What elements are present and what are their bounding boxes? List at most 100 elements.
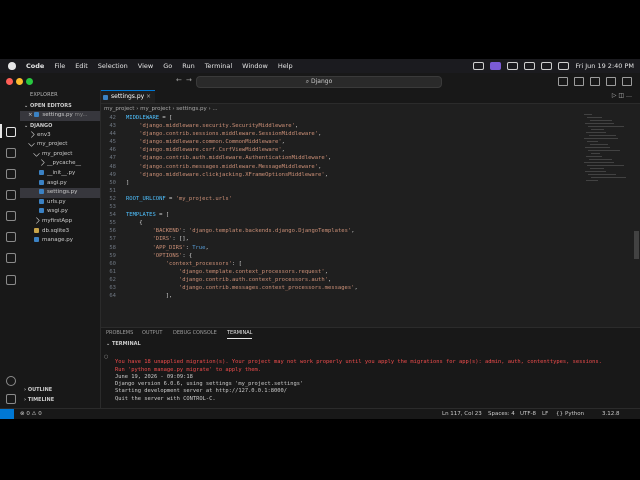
manage-gear-icon[interactable] — [6, 394, 16, 404]
errors-warnings-status[interactable]: ⊗ 0 ⚠ 0 — [20, 409, 42, 419]
tree-item[interactable]: __pycache__ — [20, 159, 100, 169]
terminal-header[interactable]: ⌄ TERMINAL — [106, 341, 141, 347]
menu-app[interactable]: Code — [21, 62, 49, 70]
minimap-line — [587, 140, 598, 143]
code-line: 45 'django.middleware.common.CommonMiddl… — [101, 138, 581, 146]
tree-item[interactable]: __init__.py — [20, 169, 100, 179]
minimize-window-button[interactable] — [16, 78, 23, 85]
tree-item[interactable]: settings.py — [20, 188, 100, 198]
tree-item-label: settings.py — [47, 189, 78, 196]
outline-section[interactable]: › OUTLINE — [20, 385, 104, 395]
run-debug-icon[interactable] — [6, 190, 16, 200]
menu-help[interactable]: Help — [273, 62, 298, 70]
code-line: 51 — [101, 187, 581, 195]
toggle-secondary-sidebar-icon[interactable] — [606, 77, 616, 86]
menu-go[interactable]: Go — [158, 62, 177, 70]
account-icon[interactable] — [6, 376, 16, 386]
menu-window[interactable]: Window — [237, 62, 273, 70]
search-icon[interactable] — [541, 62, 553, 70]
back-arrow-icon[interactable]: ← — [176, 76, 182, 84]
open-editor-settings[interactable]: × settings.py my... — [20, 111, 100, 121]
toggle-sidebar-icon[interactable] — [574, 77, 584, 86]
remote-explorer-icon[interactable] — [6, 232, 16, 242]
tab-problems[interactable]: PROBLEMS — [106, 328, 133, 338]
source-control-icon[interactable] — [6, 169, 16, 179]
menu-selection[interactable]: Selection — [93, 62, 133, 70]
app-status-icon[interactable] — [490, 62, 502, 70]
open-editors-section[interactable]: ⌄ OPEN EDITORS — [20, 101, 100, 111]
explorer-title: EXPLORER — [30, 92, 58, 98]
screen-record-icon[interactable] — [473, 62, 485, 70]
project-section[interactable]: ⌄ DJANGO — [20, 121, 100, 131]
menu-file[interactable]: File — [49, 62, 70, 70]
status-bar: ⊗ 0 ⚠ 0 Ln 117, Col 23 Spaces: 4 UTF-8 L… — [0, 408, 640, 419]
python-file-icon — [34, 237, 39, 243]
command-center-label: Django — [311, 78, 333, 85]
interpreter-version[interactable]: 3.12.8 — [602, 409, 620, 419]
explorer-icon[interactable] — [6, 127, 16, 137]
encoding[interactable]: UTF-8 — [520, 409, 536, 419]
control-center-icon[interactable] — [558, 62, 570, 70]
customize-layout-icon[interactable] — [622, 77, 632, 86]
tree-item[interactable]: my_project — [20, 140, 100, 150]
timeline-label: TIMELINE — [27, 397, 55, 403]
tree-item[interactable]: manage.py — [20, 236, 100, 246]
cursor-position[interactable]: Ln 117, Col 23 — [442, 409, 482, 419]
tab-terminal[interactable]: TERMINAL — [227, 328, 253, 339]
indentation[interactable]: Spaces: 4 — [488, 409, 515, 419]
tree-item[interactable]: db.sqlite3 — [20, 227, 100, 237]
command-center-search[interactable]: ⌕ Django — [196, 76, 442, 88]
tree-item[interactable]: myfirstApp — [20, 216, 100, 227]
terminal-line: Quit the server with CONTROL-C. — [115, 395, 216, 402]
menu-terminal[interactable]: Terminal — [200, 62, 237, 70]
copilot-icon[interactable] — [558, 77, 568, 86]
extensions-icon[interactable] — [6, 211, 16, 221]
close-icon[interactable]: × — [28, 112, 33, 118]
battery-icon[interactable] — [507, 62, 519, 70]
title-bar: ← → ⌕ Django — [0, 73, 640, 91]
toggle-panel-icon[interactable] — [590, 77, 600, 86]
tree-item[interactable]: asgi.py — [20, 179, 100, 189]
code-text: 'django.middleware.common.CommonMiddlewa… — [139, 139, 285, 146]
menu-run[interactable]: Run — [177, 62, 199, 70]
timeline-section[interactable]: › TIMELINE — [20, 395, 104, 405]
apple-icon[interactable] — [8, 62, 16, 70]
search-view-icon[interactable] — [6, 148, 16, 158]
tree-item[interactable]: my_project — [20, 149, 100, 160]
tab-settings[interactable]: settings.py × — [101, 90, 155, 103]
language-mode-icon[interactable]: {} — [556, 409, 563, 419]
close-window-button[interactable] — [6, 78, 13, 85]
tree-item[interactable]: urls.py — [20, 198, 100, 208]
line-number: 52 — [109, 195, 116, 202]
minimap-line — [586, 155, 602, 158]
menu-view[interactable]: View — [133, 62, 158, 70]
remote-indicator-icon[interactable] — [0, 409, 14, 419]
language-mode[interactable]: Python — [565, 409, 584, 419]
line-number: 51 — [109, 187, 116, 194]
open-editors-label: OPEN EDITORS — [29, 103, 72, 109]
split-editor-icon[interactable]: ◫ — [618, 92, 624, 99]
menu-edit[interactable]: Edit — [70, 62, 93, 70]
code-view[interactable]: 42 MIDDLEWARE = [43 'django.middleware.se… — [101, 114, 581, 326]
close-tab-icon[interactable]: × — [146, 91, 151, 103]
run-icon[interactable]: ▷ — [612, 92, 617, 99]
breadcrumb[interactable]: my_project › my_project › settings.py › … — [101, 104, 640, 114]
testing-icon[interactable] — [6, 253, 16, 263]
tree-item[interactable]: wsgi.py — [20, 207, 100, 217]
editor-scrollbar[interactable] — [634, 231, 639, 259]
docker-icon[interactable] — [6, 275, 16, 285]
more-actions-icon[interactable]: … — [626, 92, 632, 99]
menubar-clock[interactable]: Fri Jun 19 2:40 PM — [575, 62, 634, 70]
minimap[interactable] — [584, 114, 634, 234]
line-number: 63 — [109, 284, 116, 291]
editor-actions: ▷ ◫ … — [612, 92, 632, 99]
forward-arrow-icon[interactable]: → — [186, 76, 192, 84]
wifi-icon[interactable] — [524, 62, 536, 70]
minimap-line — [591, 152, 600, 155]
line-number: 42 — [109, 115, 116, 121]
zoom-window-button[interactable] — [26, 78, 33, 85]
tab-debug-console[interactable]: DEBUG CONSOLE — [173, 328, 217, 338]
tab-output[interactable]: OUTPUT — [142, 328, 162, 338]
tree-item[interactable]: env3 — [20, 130, 100, 141]
line-ending[interactable]: LF — [542, 409, 548, 419]
